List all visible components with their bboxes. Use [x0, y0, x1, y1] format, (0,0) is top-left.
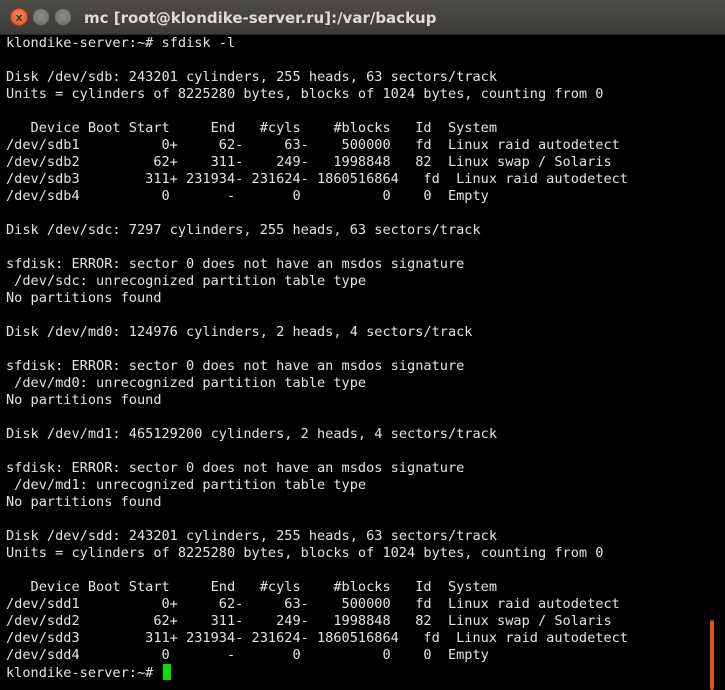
terminal-line: Device Boot Start End #cyls #blocks Id S… [6, 120, 498, 136]
terminal-line: Disk /dev/md0: 124976 cylinders, 2 heads… [6, 324, 473, 340]
minimize-button[interactable] [32, 8, 50, 26]
terminal-line: Units = cylinders of 8225280 bytes, bloc… [6, 545, 604, 561]
terminal-line: No partitions found [6, 494, 162, 510]
terminal-line: Units = cylinders of 8225280 bytes, bloc… [6, 86, 604, 102]
window-title: mc [root@klondike-server.ru]:/var/backup [84, 9, 437, 27]
terminal-line: sfdisk: ERROR: sector 0 does not have an… [6, 460, 465, 476]
scrollbar-thumb[interactable] [710, 620, 714, 690]
terminal-line: /dev/sdb3 311+ 231934- 231624- 186051686… [6, 171, 628, 187]
terminal-line: Disk /dev/sdd: 243201 cylinders, 255 hea… [6, 528, 498, 544]
terminal-line: /dev/sdb1 0+ 62- 63- 500000 fd Linux rai… [6, 137, 620, 153]
close-icon: x [15, 11, 23, 24]
terminal-line: No partitions found [6, 392, 162, 408]
terminal-window: x mc [root@klondike-server.ru]:/var/back… [0, 0, 725, 690]
prompt-line[interactable]: klondike-server:~# [6, 664, 706, 681]
terminal-line: sfdisk: ERROR: sector 0 does not have an… [6, 358, 465, 374]
terminal-line: No partitions found [6, 290, 162, 306]
terminal-line: /dev/sdc: unrecognized partition table t… [6, 273, 367, 289]
terminal-line: /dev/md1: unrecognized partition table t… [6, 477, 367, 493]
terminal-line: /dev/md0: unrecognized partition table t… [6, 375, 367, 391]
shell-prompt: klondike-server:~# [6, 665, 162, 681]
terminal-line: /dev/sdd4 0 - 0 0 0 Empty [6, 647, 489, 663]
title-bar[interactable]: x mc [root@klondike-server.ru]:/var/back… [0, 0, 725, 35]
terminal-line: klondike-server:~# sfdisk -l [6, 35, 236, 51]
terminal-line: Disk /dev/md1: 465129200 cylinders, 2 he… [6, 426, 498, 442]
terminal-line: /dev/sdd3 311+ 231934- 231624- 186051686… [6, 630, 628, 646]
close-button[interactable]: x [10, 8, 28, 26]
terminal-line: Disk /dev/sdc: 7297 cylinders, 255 heads… [6, 222, 481, 238]
terminal-line: Disk /dev/sdb: 243201 cylinders, 255 hea… [6, 69, 498, 85]
scrollbar[interactable] [710, 35, 725, 690]
terminal-line: /dev/sdb2 62+ 311- 249- 1998848 82 Linux… [6, 154, 612, 170]
terminal-output[interactable]: klondike-server:~# sfdisk -l Disk /dev/sd… [6, 35, 706, 685]
terminal-line: Device Boot Start End #cyls #blocks Id S… [6, 579, 498, 595]
terminal-line: /dev/sdd1 0+ 62- 63- 500000 fd Linux rai… [6, 596, 620, 612]
text-cursor [162, 664, 171, 680]
terminal-line: /dev/sdb4 0 - 0 0 0 Empty [6, 188, 489, 204]
terminal-line: sfdisk: ERROR: sector 0 does not have an… [6, 256, 465, 272]
maximize-button[interactable] [54, 8, 72, 26]
terminal-line: /dev/sdd2 62+ 311- 249- 1998848 82 Linux… [6, 613, 612, 629]
